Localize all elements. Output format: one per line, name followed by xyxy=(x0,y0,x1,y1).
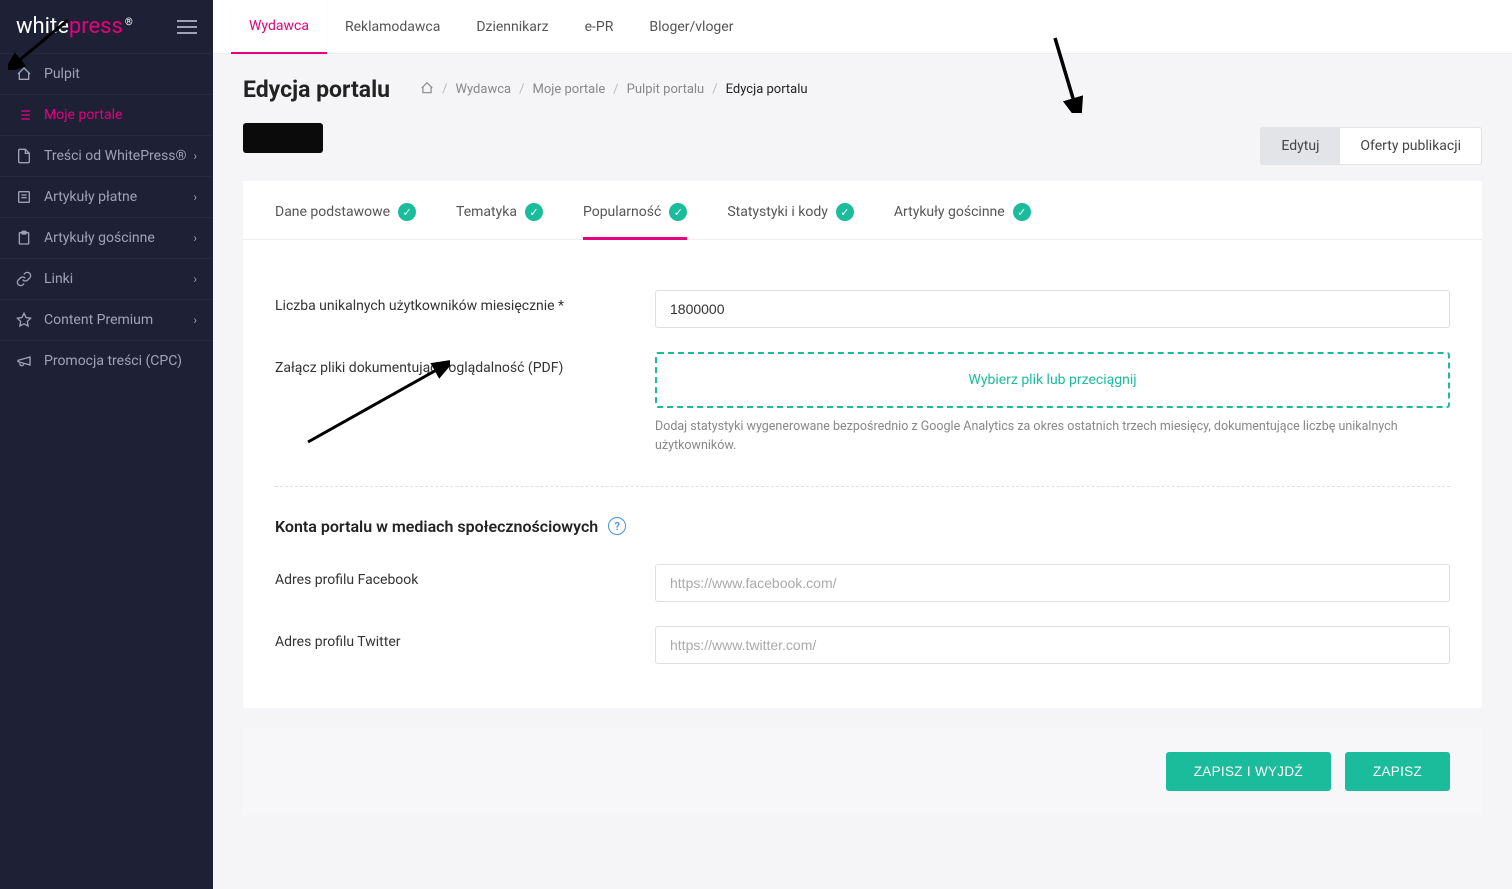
label-unique-users: Liczba unikalnych użytkowników miesięczn… xyxy=(275,290,655,314)
inner-tab-statystyki[interactable]: Statystyki i kody ✓ xyxy=(727,203,854,239)
sidebar: whitepress® Pulpit Moje portale Treści o… xyxy=(0,0,213,889)
logo-press: press xyxy=(69,14,123,39)
tab-wydawca[interactable]: Wydawca xyxy=(231,0,327,54)
link-icon xyxy=(16,271,32,287)
page-header: Edycja portalu / Wydawca / Moje portale … xyxy=(213,54,1512,103)
upload-dropzone[interactable]: Wybierz plik lub przeciągnij xyxy=(655,352,1450,408)
list-icon xyxy=(16,107,32,123)
divider xyxy=(275,486,1450,487)
logo-reg: ® xyxy=(125,17,133,28)
content-card: Dane podstawowe ✓ Tematyka ✓ Popularność… xyxy=(243,181,1482,708)
document-icon xyxy=(16,148,32,164)
tab-label: Dane podstawowe xyxy=(275,204,390,220)
chevron-right-icon: › xyxy=(193,190,197,204)
sidebar-item-label: Artykuły płatne xyxy=(44,189,137,205)
sidebar-item-label: Content Premium xyxy=(44,312,153,328)
label-attach: Załącz pliki dokumentujące oglądalność (… xyxy=(275,352,655,376)
input-facebook[interactable] xyxy=(655,564,1450,602)
home-icon[interactable] xyxy=(420,81,434,99)
breadcrumb-sep: / xyxy=(519,82,524,97)
hamburger-icon[interactable] xyxy=(177,16,197,38)
article-icon xyxy=(16,189,32,205)
breadcrumb-moje-portale[interactable]: Moje portale xyxy=(532,82,605,97)
chevron-right-icon: › xyxy=(193,313,197,327)
breadcrumb-sep: / xyxy=(613,82,618,97)
chevron-right-icon: › xyxy=(193,231,197,245)
tab-reklamodawca[interactable]: Reklamodawca xyxy=(327,1,458,53)
megaphone-icon xyxy=(16,353,32,369)
sidebar-item-tresci[interactable]: Treści od WhitePress® › xyxy=(0,135,213,176)
main-content: Edycja portalu / Wydawca / Moje portale … xyxy=(213,0,1512,889)
inner-tabs: Dane podstawowe ✓ Tematyka ✓ Popularność… xyxy=(243,181,1482,240)
inner-tab-tematyka[interactable]: Tematyka ✓ xyxy=(456,203,543,239)
inner-tab-dane[interactable]: Dane podstawowe ✓ xyxy=(275,203,416,239)
action-tab-edytuj[interactable]: Edytuj xyxy=(1260,127,1340,165)
sidebar-item-label: Artykuły gościnne xyxy=(44,230,155,246)
clipboard-icon xyxy=(16,230,32,246)
check-icon: ✓ xyxy=(669,203,687,221)
tab-epr[interactable]: e-PR xyxy=(567,1,632,53)
top-navigation: Wydawca Reklamodawca Dziennikarz e-PR Bl… xyxy=(213,0,1512,54)
sidebar-item-label: Treści od WhitePress® xyxy=(44,148,187,164)
breadcrumb: / Wydawca / Moje portale / Pulpit portal… xyxy=(420,81,808,99)
tab-label: Statystyki i kody xyxy=(727,204,828,220)
row-unique-users: Liczba unikalnych użytkowników miesięczn… xyxy=(275,290,1450,328)
save-exit-button[interactable]: ZAPISZ I WYJDŹ xyxy=(1166,752,1331,791)
label-facebook: Adres profilu Facebook xyxy=(275,564,655,588)
tab-label: Tematyka xyxy=(456,204,517,220)
chevron-right-icon: › xyxy=(193,272,197,286)
input-unique-users[interactable] xyxy=(655,290,1450,328)
input-twitter[interactable] xyxy=(655,626,1450,664)
section-title-social: Konta portalu w mediach społecznościowyc… xyxy=(275,517,1450,536)
check-icon: ✓ xyxy=(525,203,543,221)
tab-dziennikarz[interactable]: Dziennikarz xyxy=(458,1,566,53)
sidebar-item-label: Linki xyxy=(44,271,73,287)
action-tab-oferty[interactable]: Oferty publikacji xyxy=(1340,127,1482,165)
sidebar-item-linki[interactable]: Linki › xyxy=(0,258,213,299)
logo[interactable]: whitepress® xyxy=(16,14,133,39)
breadcrumb-current: Edycja portalu xyxy=(726,82,808,97)
check-icon: ✓ xyxy=(1013,203,1031,221)
upload-help: Dodaj statystyki wygenerowane bezpośredn… xyxy=(655,418,1450,456)
help-icon[interactable]: ? xyxy=(608,517,626,535)
action-tabs: Edytuj Oferty publikacji xyxy=(213,127,1512,181)
tab-label: Popularność xyxy=(583,204,661,220)
sidebar-header: whitepress® xyxy=(0,0,213,53)
star-icon xyxy=(16,312,32,328)
section-title-text: Konta portalu w mediach społecznościowyc… xyxy=(275,517,598,536)
footer-actions: ZAPISZ I WYJDŹ ZAPISZ xyxy=(243,728,1482,815)
tab-label: Artykuły gościnne xyxy=(894,204,1005,220)
tab-bloger[interactable]: Bloger/vloger xyxy=(631,1,751,53)
save-button[interactable]: ZAPISZ xyxy=(1345,752,1450,791)
inner-tab-artykuly-goscinne[interactable]: Artykuły gościnne ✓ xyxy=(894,203,1031,239)
inner-tab-popularnosc[interactable]: Popularność ✓ xyxy=(583,203,687,239)
sidebar-item-label: Promocja treści (CPC) xyxy=(44,353,182,369)
sidebar-item-content-premium[interactable]: Content Premium › xyxy=(0,299,213,340)
sidebar-item-moje-portale[interactable]: Moje portale xyxy=(0,94,213,135)
breadcrumb-sep: / xyxy=(442,82,447,97)
sidebar-item-artykuly-platne[interactable]: Artykuły płatne › xyxy=(0,176,213,217)
form-section: Liczba unikalnych użytkowników miesięczn… xyxy=(243,240,1482,708)
sidebar-item-artykuly-goscinne[interactable]: Artykuły gościnne › xyxy=(0,217,213,258)
home-icon xyxy=(16,66,32,82)
logo-white: white xyxy=(16,14,69,39)
page-title: Edycja portalu xyxy=(243,76,390,103)
sidebar-item-pulpit[interactable]: Pulpit xyxy=(0,53,213,94)
row-attach: Załącz pliki dokumentujące oglądalność (… xyxy=(275,352,1450,456)
check-icon: ✓ xyxy=(836,203,854,221)
chevron-right-icon: › xyxy=(193,149,197,163)
sidebar-item-label: Moje portale xyxy=(44,107,122,123)
row-twitter: Adres profilu Twitter xyxy=(275,626,1450,664)
row-facebook: Adres profilu Facebook xyxy=(275,564,1450,602)
breadcrumb-pulpit-portalu[interactable]: Pulpit portalu xyxy=(627,82,705,97)
breadcrumb-wydawca[interactable]: Wydawca xyxy=(455,82,511,97)
label-twitter: Adres profilu Twitter xyxy=(275,626,655,650)
breadcrumb-sep: / xyxy=(712,82,717,97)
sidebar-item-promocja[interactable]: Promocja treści (CPC) xyxy=(0,340,213,381)
check-icon: ✓ xyxy=(398,203,416,221)
sidebar-item-label: Pulpit xyxy=(44,66,80,82)
